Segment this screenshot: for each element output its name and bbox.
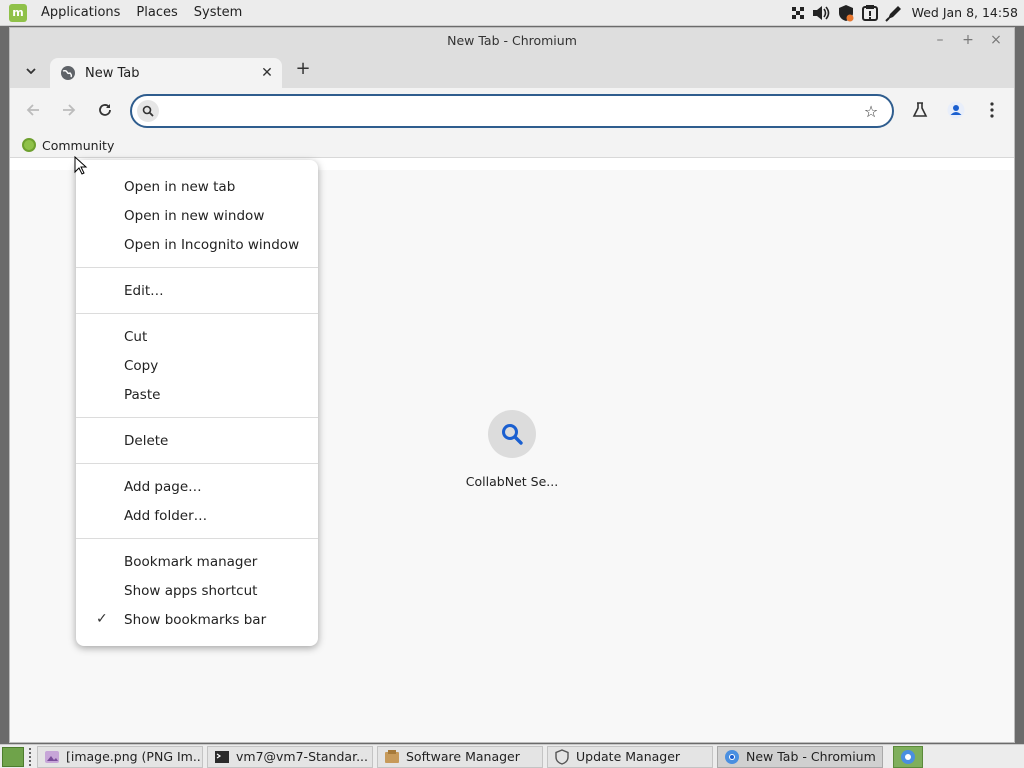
linux-mint-icon [22, 138, 36, 152]
minimize-button[interactable]: – [930, 30, 950, 50]
menu-show-bookmarks-bar-label: Show bookmarks bar [124, 611, 267, 628]
task-label: New Tab - Chromium [746, 749, 876, 764]
menu-separator [76, 463, 318, 464]
terminal-icon [215, 750, 229, 763]
image-viewer-icon [45, 750, 59, 763]
tab-search-button[interactable] [20, 60, 42, 82]
menu-open-in-incognito[interactable]: Open in Incognito window [76, 230, 318, 259]
task-image-viewer[interactable]: [image.png (PNG Im... [37, 745, 203, 768]
menu-copy[interactable]: Copy [76, 351, 318, 380]
more-menu-icon[interactable] [980, 98, 1004, 122]
address-input[interactable] [166, 101, 846, 121]
close-button[interactable]: × [986, 30, 1006, 50]
back-button[interactable] [21, 98, 45, 122]
system-tray: Wed Jan 8, 14:58 [788, 3, 1024, 23]
window-title: New Tab - Chromium [447, 32, 577, 48]
shortcut-search-icon [488, 410, 536, 458]
task-label: Update Manager [576, 749, 681, 764]
task-label: [image.png (PNG Im... [66, 749, 203, 764]
menu-add-page[interactable]: Add page… [76, 472, 318, 501]
new-tab-button[interactable]: + [292, 57, 314, 79]
chromium-icon [725, 749, 739, 764]
forward-button[interactable] [57, 98, 81, 122]
menu-separator [76, 538, 318, 539]
address-bar[interactable]: ☆ [130, 94, 894, 128]
shortcut-tile[interactable]: CollabNet Se... [460, 410, 564, 489]
menu-show-bookmarks-bar[interactable]: ✓ Show bookmarks bar [76, 605, 318, 634]
tab-title: New Tab [85, 65, 140, 81]
menu-open-in-new-window[interactable]: Open in new window [76, 201, 318, 230]
menu-separator [76, 313, 318, 314]
bookmark-star-icon[interactable]: ☆ [862, 102, 880, 121]
task-chromium[interactable]: New Tab - Chromium [717, 745, 883, 768]
window-titlebar[interactable]: New Tab - Chromium – + × [10, 28, 1014, 52]
task-label: Software Manager [406, 749, 520, 764]
mint-menu-icon[interactable]: m [9, 3, 27, 22]
show-desktop-button[interactable] [2, 746, 24, 767]
clock[interactable]: Wed Jan 8, 14:58 [912, 5, 1018, 20]
system-menu[interactable]: System [186, 5, 250, 20]
maximize-button[interactable]: + [958, 30, 978, 50]
task-update-manager[interactable]: Update Manager [547, 745, 713, 768]
tab-close-icon[interactable]: ✕ [258, 64, 276, 82]
chromium-tray-icon[interactable] [893, 745, 923, 768]
software-manager-icon [385, 749, 399, 763]
top-panel: m Applications Places System Wed Jan 8, … [0, 0, 1024, 26]
menu-separator [76, 417, 318, 418]
pen-icon[interactable] [884, 3, 904, 23]
bookmark-context-menu: Open in new tab Open in new window Open … [76, 160, 318, 646]
menu-add-folder[interactable]: Add folder… [76, 501, 318, 530]
mouse-pointer-icon [74, 156, 88, 175]
bookmarks-bar: Community [10, 132, 1014, 158]
update-shield-icon[interactable] [836, 3, 856, 23]
globe-icon [61, 66, 75, 80]
menu-separator [76, 267, 318, 268]
network-icon[interactable] [788, 3, 808, 23]
notification-icon[interactable] [860, 3, 880, 23]
shortcut-label: CollabNet Se... [465, 474, 559, 489]
task-software-manager[interactable]: Software Manager [377, 745, 543, 768]
search-icon [137, 100, 159, 122]
menu-cut[interactable]: Cut [76, 322, 318, 351]
volume-icon[interactable] [812, 3, 832, 23]
bookmark-community[interactable]: Community [22, 135, 114, 155]
reload-button[interactable] [93, 98, 117, 122]
menu-edit[interactable]: Edit… [76, 276, 318, 305]
taskbar-grip[interactable] [29, 747, 33, 766]
menu-bookmark-manager[interactable]: Bookmark manager [76, 547, 318, 576]
menu-paste[interactable]: Paste [76, 380, 318, 409]
applications-menu[interactable]: Applications [33, 5, 128, 20]
bookmark-label: Community [42, 137, 115, 153]
task-label: vm7@vm7-Standar... [236, 749, 368, 764]
tab-strip: New Tab ✕ + [10, 52, 1014, 88]
menu-delete[interactable]: Delete [76, 426, 318, 455]
browser-toolbar: ☆ [10, 88, 1014, 132]
taskbar: [image.png (PNG Im... vm7@vm7-Standar...… [0, 744, 1024, 768]
profile-icon[interactable] [944, 98, 968, 122]
shield-icon [555, 748, 569, 765]
menu-show-apps-shortcut[interactable]: Show apps shortcut [76, 576, 318, 605]
tab-new-tab[interactable]: New Tab ✕ [50, 58, 282, 88]
places-menu[interactable]: Places [128, 5, 185, 20]
menu-open-in-new-tab[interactable]: Open in new tab [76, 172, 318, 201]
window-controls: – + × [930, 30, 1006, 50]
checkmark-icon: ✓ [96, 611, 108, 627]
labs-flask-icon[interactable] [908, 98, 932, 122]
task-terminal[interactable]: vm7@vm7-Standar... [207, 745, 373, 768]
